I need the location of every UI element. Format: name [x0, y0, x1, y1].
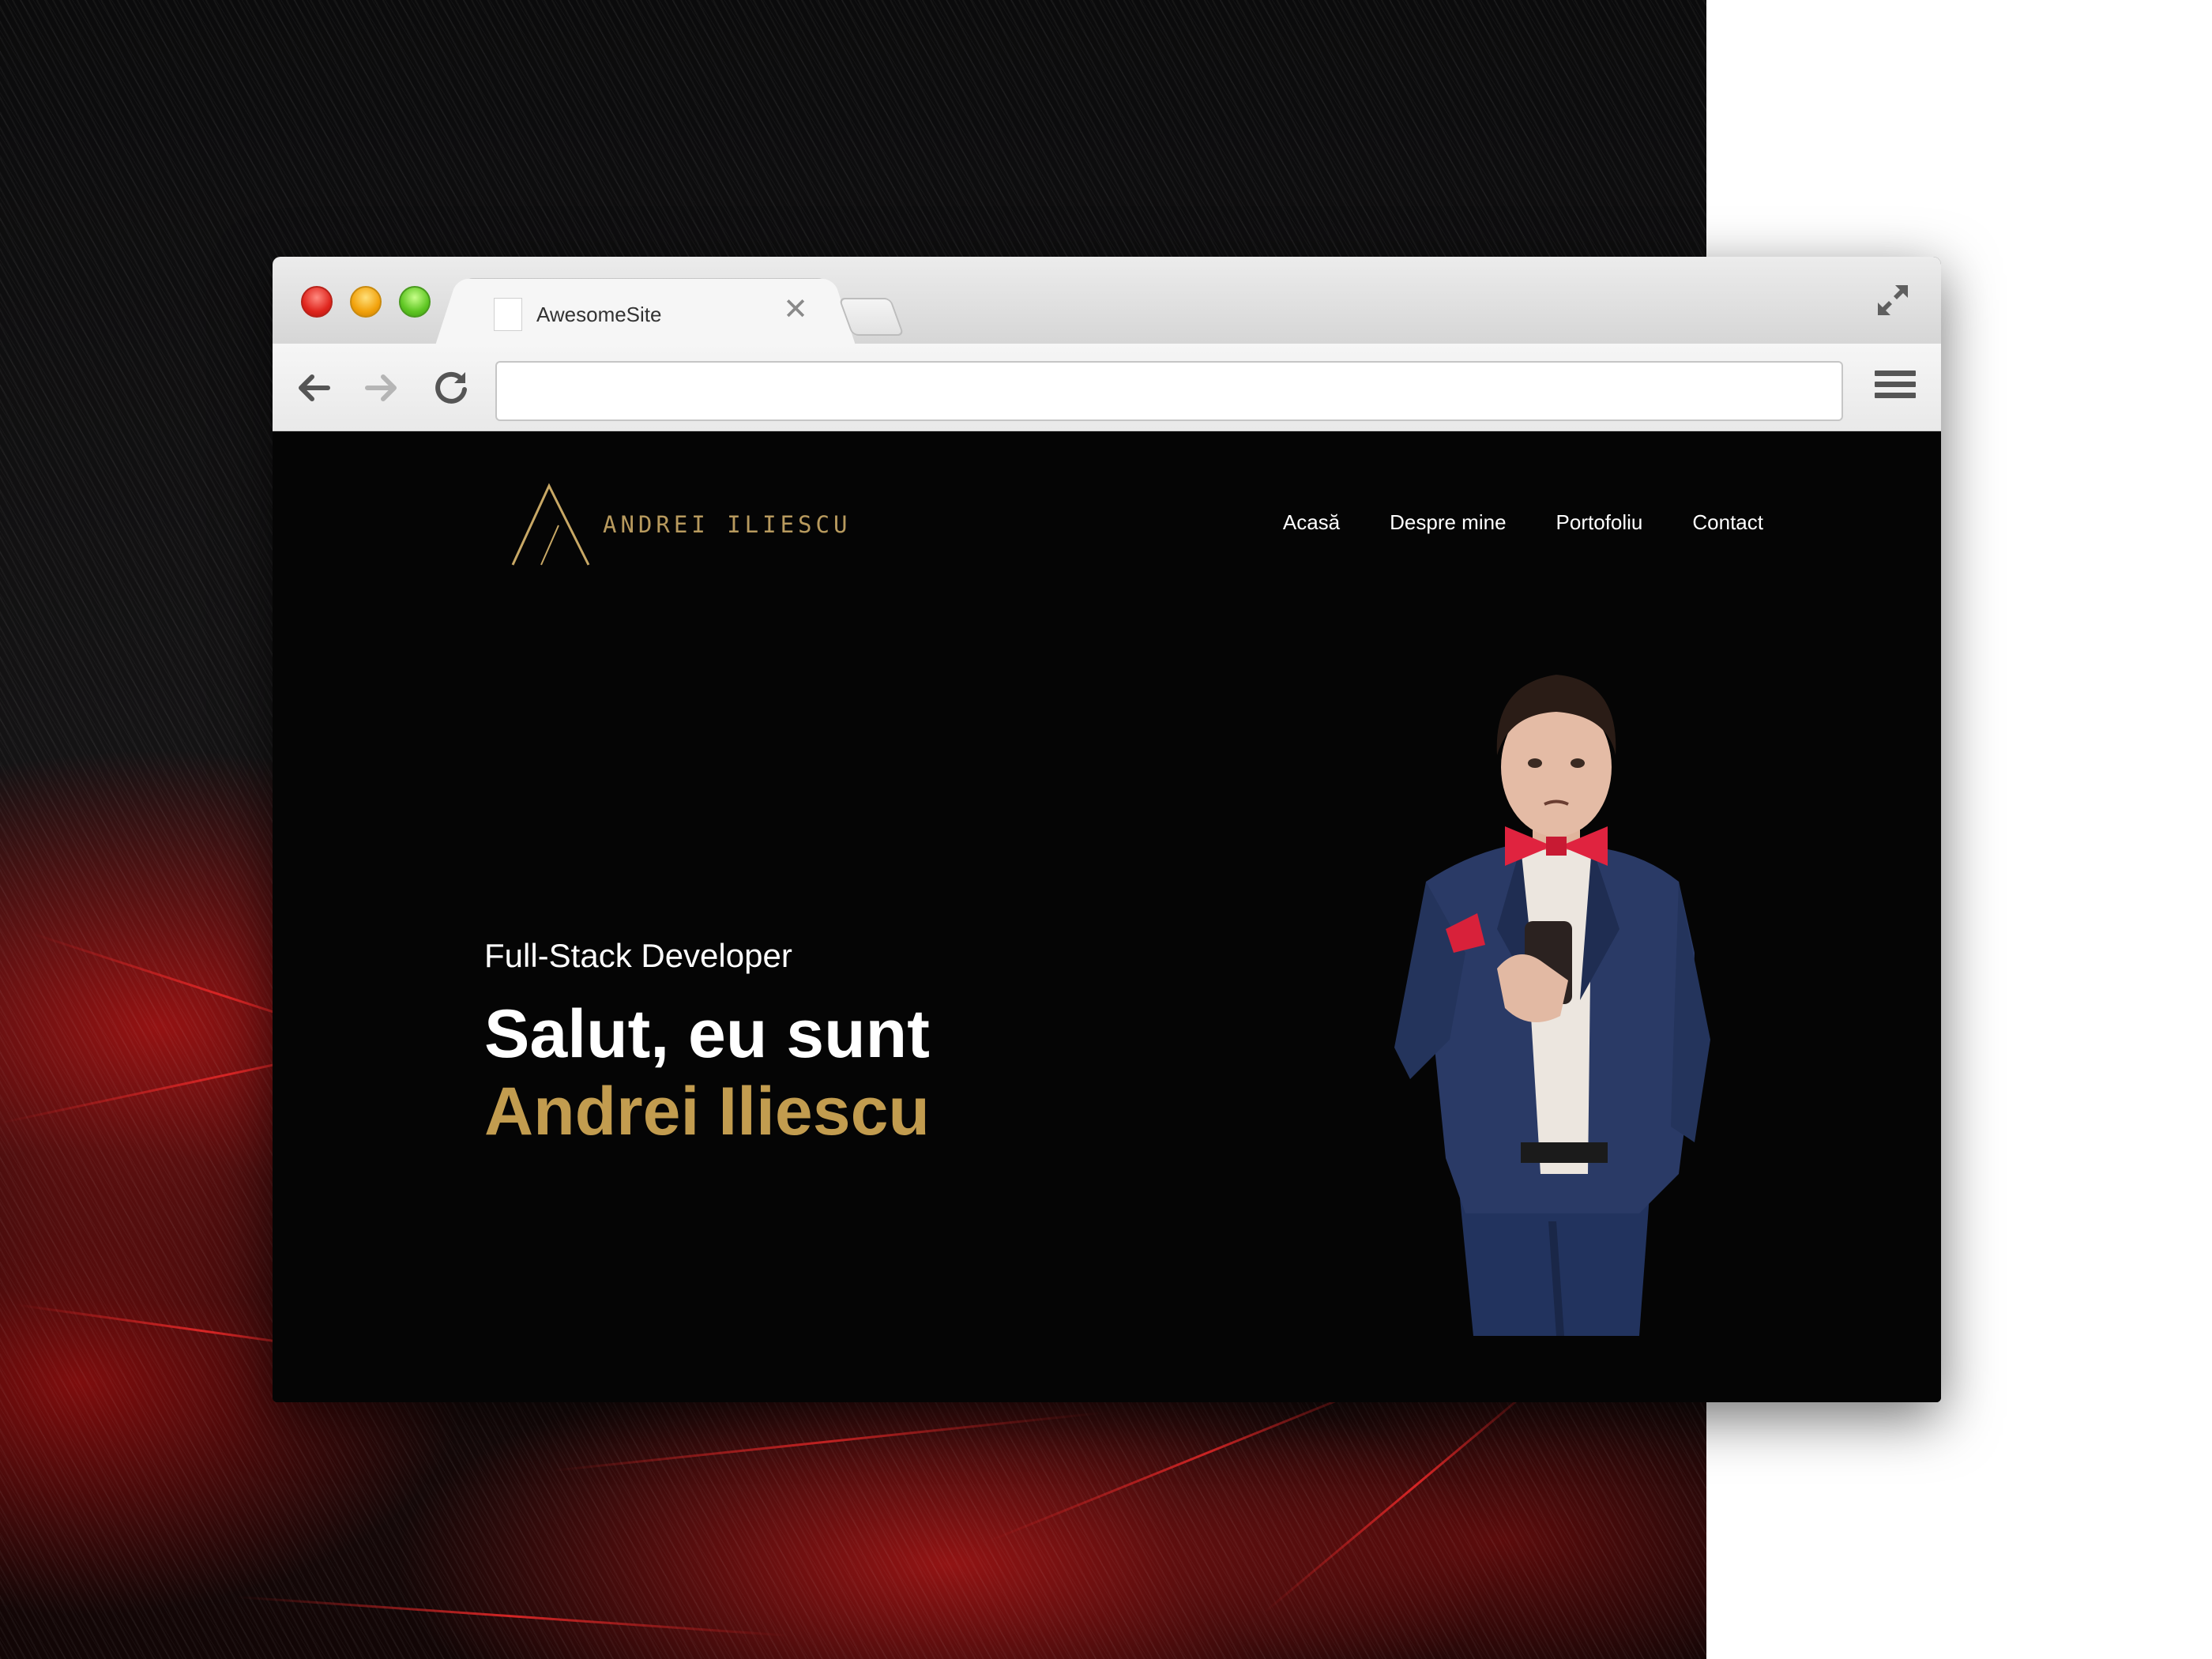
hero-subtitle: Full-Stack Developer — [484, 937, 792, 974]
logo-a-mark-icon — [511, 483, 590, 566]
red-streak — [552, 1411, 1104, 1472]
main-nav: Acasă Despre mine Portofoliu Contact — [1283, 510, 1763, 535]
browser-window: AwesomeSite ✕ ANDREI ILIESCU Acasă Despr… — [273, 257, 1941, 1402]
reload-icon[interactable] — [431, 367, 472, 408]
close-window-button[interactable] — [301, 286, 333, 318]
minimize-window-button[interactable] — [350, 286, 382, 318]
hamburger-menu-icon[interactable] — [1875, 371, 1916, 405]
browser-toolbar — [273, 344, 1941, 431]
fullscreen-icon[interactable] — [1873, 280, 1913, 320]
back-arrow-icon[interactable] — [293, 367, 334, 408]
hero-headline-greeting: Salut, eu sunt — [484, 996, 930, 1072]
tab-close-icon[interactable]: ✕ — [783, 295, 808, 325]
tab-bar: AwesomeSite ✕ — [273, 257, 1941, 344]
tab-awesomesite[interactable]: AwesomeSite ✕ — [461, 279, 830, 344]
nav-link-acasa[interactable]: Acasă — [1283, 510, 1340, 535]
red-streak — [236, 1596, 789, 1637]
tab-title: AwesomeSite — [536, 303, 662, 326]
page-favicon-icon — [494, 298, 522, 331]
nav-link-contact[interactable]: Contact — [1692, 510, 1763, 535]
nav-link-despre-mine[interactable]: Despre mine — [1390, 510, 1506, 535]
nav-link-portofoliu[interactable]: Portofoliu — [1556, 510, 1643, 535]
logo-text: ANDREI ILIESCU — [603, 511, 852, 538]
address-bar[interactable] — [495, 361, 1843, 421]
hero-headline-name: Andrei Iliescu — [484, 1074, 930, 1149]
portrait-photo — [1394, 675, 1710, 1336]
forward-arrow-icon[interactable] — [361, 367, 402, 408]
site-logo[interactable]: ANDREI ILIESCU — [510, 483, 851, 566]
zoom-window-button[interactable] — [399, 286, 431, 318]
website-page: ANDREI ILIESCU Acasă Despre mine Portofo… — [273, 431, 1941, 1402]
